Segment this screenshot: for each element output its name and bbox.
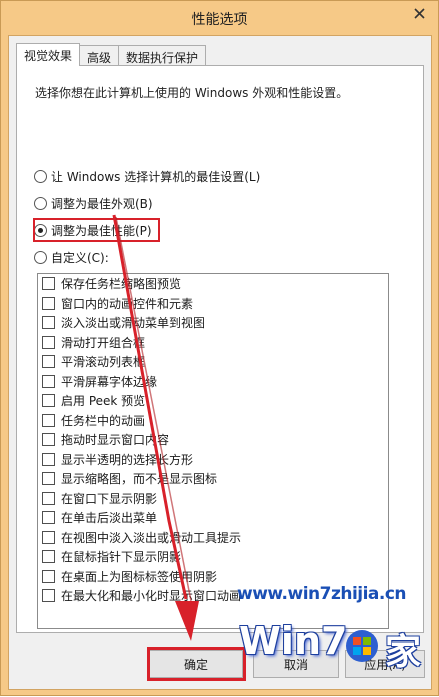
checkbox[interactable]	[42, 355, 55, 369]
list-item-label: 淡入淡出或滑动菜单到视图	[61, 316, 206, 331]
list-item[interactable]: 在鼠标指针下显示阴影	[38, 547, 388, 567]
visual-effects-list[interactable]: 保存任务栏缩略图预览 窗口内的动画控件和元素 淡入淡出或滑动菜单到视图 滑动打开组合框…	[37, 273, 389, 629]
checkbox[interactable]	[42, 335, 55, 349]
list-item-label: 在窗口下显示阴影	[61, 491, 158, 506]
list-item-label: 窗口内的动画控件和元素	[61, 296, 194, 311]
logo-text: Win7	[239, 619, 348, 663]
list-item[interactable]: 滑动打开组合框	[38, 333, 388, 353]
checkbox[interactable]	[42, 550, 55, 564]
checkbox[interactable]	[42, 472, 55, 486]
tab-advanced[interactable]: 高级	[79, 45, 120, 65]
radio-best-appearance[interactable]: 调整为最佳外观(B)	[34, 194, 153, 212]
visual-effects-panel: 选择你想在此计算机上使用的 Windows 外观和性能设置。 让 Windows…	[16, 65, 424, 633]
radio-label: 让 Windows 选择计算机的最佳设置(L)	[51, 169, 261, 184]
list-item[interactable]: 启用 Peek 预览	[38, 391, 388, 411]
checkbox[interactable]	[42, 316, 55, 330]
list-item[interactable]: 在窗口下显示阴影	[38, 489, 388, 509]
radio-label: 自定义(C):	[51, 250, 109, 265]
checkbox[interactable]	[42, 589, 55, 603]
list-item-label: 在桌面上为图标标签使用阴影	[61, 569, 218, 584]
tab-data-execution-prevention[interactable]: 数据执行保护	[118, 45, 207, 65]
best-performance-highlight	[33, 218, 160, 242]
radio-button[interactable]	[34, 169, 47, 183]
list-item-label: 滑动打开组合框	[61, 335, 146, 350]
radio-button[interactable]	[34, 250, 47, 264]
list-item[interactable]: 淡入淡出或滑动菜单到视图	[38, 313, 388, 333]
windows-flag-icon	[346, 630, 378, 662]
list-item[interactable]: 在单击后淡出菜单	[38, 508, 388, 528]
checkbox[interactable]	[42, 433, 55, 447]
list-item-label: 在最大化和最小化时显示窗口动画	[61, 589, 242, 604]
list-item[interactable]: 显示半透明的选择长方形	[38, 450, 388, 470]
list-item[interactable]: 平滑滚动列表框	[38, 352, 388, 372]
list-item-label: 在鼠标指针下显示阴影	[61, 550, 182, 565]
list-item[interactable]: 任务栏中的动画	[38, 411, 388, 431]
list-item-label: 在视图中淡入淡出或滑动工具提示	[61, 530, 242, 545]
checkbox[interactable]	[42, 511, 55, 525]
checkbox[interactable]	[42, 296, 55, 310]
list-item-label: 显示半透明的选择长方形	[61, 452, 194, 467]
list-item-label: 保存任务栏缩略图预览	[61, 277, 182, 292]
close-icon	[413, 7, 425, 19]
logo-suffix: 家	[385, 632, 422, 673]
checkbox[interactable]	[42, 569, 55, 583]
list-item-label: 平滑屏幕字体边缘	[61, 374, 158, 389]
list-item[interactable]: 平滑屏幕字体边缘	[38, 372, 388, 392]
title-bar[interactable]: 性能选项	[1, 1, 438, 35]
watermark-logo: Win7 家	[233, 619, 433, 685]
radio-button[interactable]	[34, 196, 47, 210]
list-item-label: 任务栏中的动画	[61, 413, 146, 428]
list-item-label: 在单击后淡出菜单	[61, 511, 158, 526]
checkbox[interactable]	[42, 413, 55, 427]
radio-label: 调整为最佳外观(B)	[51, 196, 153, 211]
list-item-label: 拖动时显示窗口内容	[61, 433, 170, 448]
watermark-url: www.win7zhijia.cn	[237, 584, 407, 604]
close-button[interactable]	[409, 3, 429, 23]
intro-text: 选择你想在此计算机上使用的 Windows 外观和性能设置。	[35, 86, 349, 100]
checkbox[interactable]	[42, 491, 55, 505]
radio-custom[interactable]: 自定义(C):	[34, 248, 109, 266]
tab-strip: 视觉效果 高级 数据执行保护	[16, 43, 207, 66]
ok-button-highlight	[147, 647, 246, 681]
list-item[interactable]: 显示缩略图，而不是显示图标	[38, 469, 388, 489]
checkbox[interactable]	[42, 452, 55, 466]
list-item[interactable]: 窗口内的动画控件和元素	[38, 294, 388, 314]
list-item-label: 启用 Peek 预览	[61, 394, 146, 409]
list-item[interactable]: 拖动时显示窗口内容	[38, 430, 388, 450]
list-item[interactable]: 保存任务栏缩略图预览	[38, 274, 388, 294]
list-item[interactable]: 在视图中淡入淡出或滑动工具提示	[38, 528, 388, 548]
tab-visual-effects[interactable]: 视觉效果	[16, 43, 81, 66]
performance-options-window: 性能选项 视觉效果 高级 数据执行保护 选择你想在此计算机上使用的 Window…	[0, 0, 439, 696]
checkbox[interactable]	[42, 277, 55, 291]
window-title: 性能选项	[191, 12, 248, 28]
list-item-label: 平滑滚动列表框	[61, 355, 146, 370]
radio-let-windows-choose[interactable]: 让 Windows 选择计算机的最佳设置(L)	[34, 167, 260, 185]
list-item-label: 显示缩略图，而不是显示图标	[61, 472, 218, 487]
checkbox[interactable]	[42, 530, 55, 544]
checkbox[interactable]	[42, 374, 55, 388]
checkbox[interactable]	[42, 394, 55, 408]
